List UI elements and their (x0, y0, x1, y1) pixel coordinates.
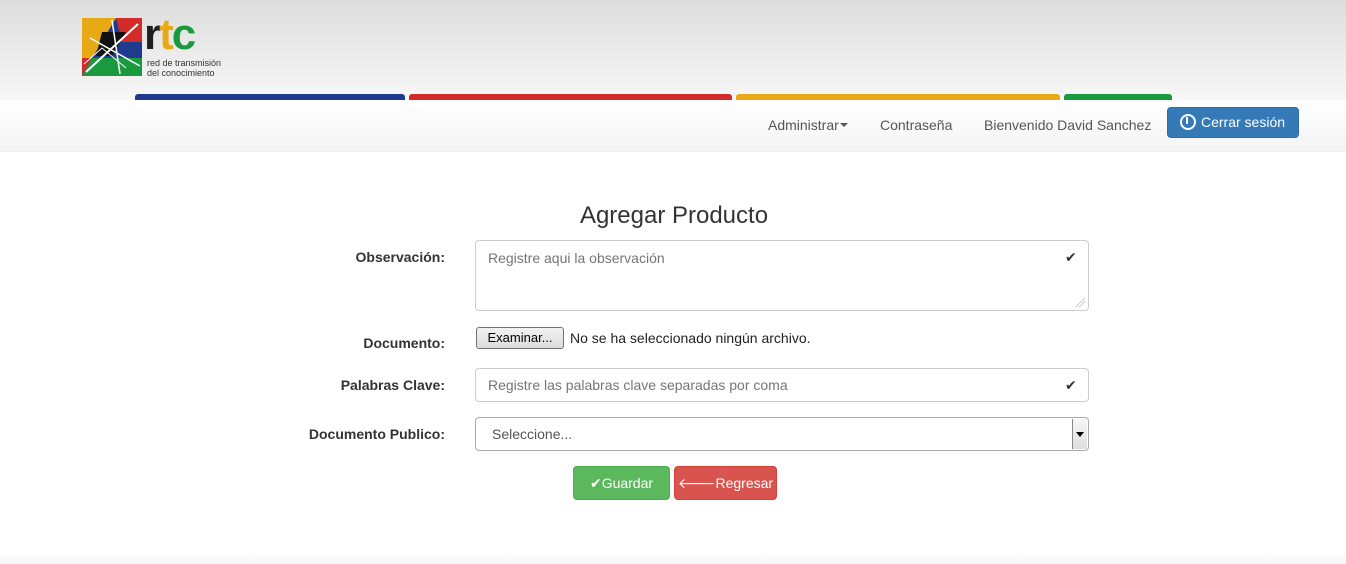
check-icon: ✔ (1065, 249, 1077, 265)
logo-mark-icon (82, 18, 142, 76)
nav-contrasena[interactable]: Contraseña (880, 116, 952, 134)
logout-label: Cerrar sesión (1201, 114, 1286, 130)
check-icon: ✔ (589, 475, 602, 491)
observacion-label: Observación: (355, 249, 445, 265)
nav-administrar-label: Administrar (768, 117, 839, 133)
nav-welcome[interactable]: Bienvenido David Sanchez (984, 116, 1151, 134)
power-icon (1180, 114, 1196, 130)
brand-logo[interactable]: rtc red de transmisión del conocimiento (82, 10, 232, 80)
palabras-label: Palabras Clave: (340, 377, 445, 393)
resize-handle[interactable] (1076, 298, 1085, 307)
publico-selected-value: Seleccione... (492, 426, 573, 442)
logo-tagline: red de transmisión del conocimiento (147, 58, 221, 78)
check-icon: ✔ (1065, 377, 1077, 393)
logo-letters: rtc (144, 10, 196, 59)
observacion-textarea[interactable] (475, 240, 1089, 311)
dropdown-arrow-icon[interactable] (1072, 419, 1087, 449)
save-button[interactable]: ✔Guardar (573, 466, 670, 500)
back-button[interactable]: 🡐Regresar (674, 466, 777, 500)
publico-select[interactable]: Seleccione... (475, 417, 1089, 451)
caret-down-icon (839, 123, 848, 128)
page-header: rtc red de transmisión del conocimiento (0, 0, 1346, 100)
documento-label: Documento: (363, 335, 445, 351)
save-label: Guardar (601, 475, 654, 491)
back-label: Regresar (715, 475, 774, 491)
page-title: Agregar Producto (579, 202, 769, 229)
tagline-line-2: del conocimiento (147, 68, 215, 78)
tagline-line-1: red de transmisión (147, 58, 222, 68)
palabras-input[interactable] (475, 368, 1089, 402)
browse-file-button[interactable]: Examinar... (476, 327, 564, 349)
logout-button[interactable]: Cerrar sesión (1167, 107, 1299, 138)
arrow-left-icon: 🡐 (677, 475, 716, 491)
navbar: Administrar Contraseña Bienvenido David … (0, 100, 1346, 152)
file-status-text: No se ha seleccionado ningún archivo. (570, 330, 811, 346)
nav-administrar[interactable]: Administrar (768, 116, 848, 134)
footer-divider (0, 552, 1346, 564)
publico-label: Documento Publico: (308, 426, 445, 442)
